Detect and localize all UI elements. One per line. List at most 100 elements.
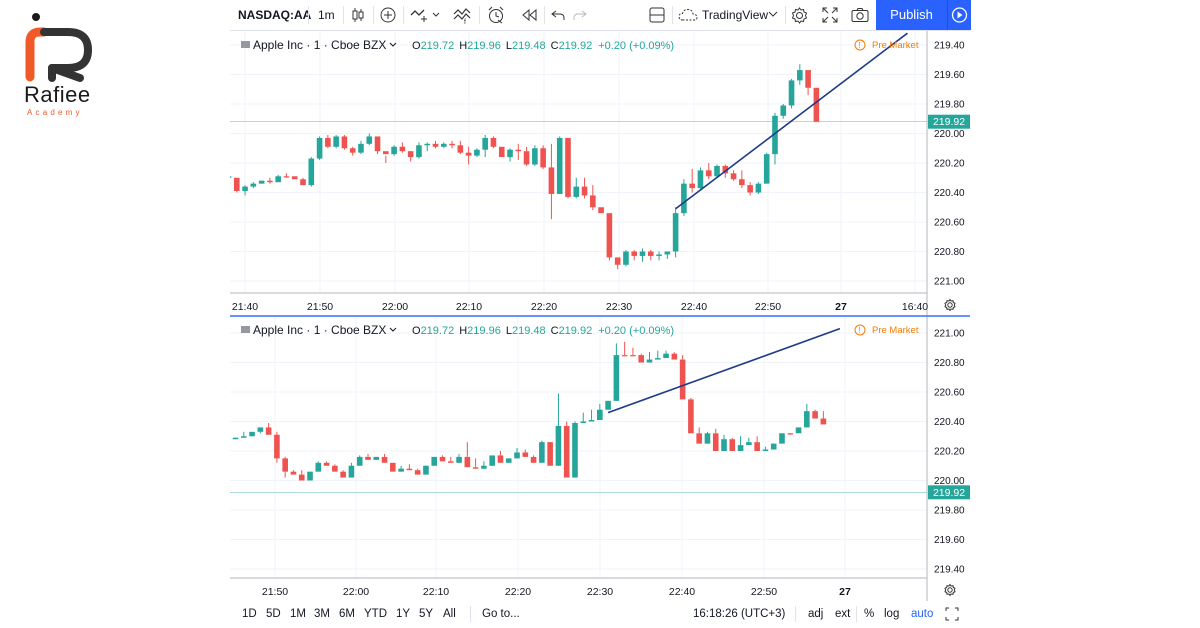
candle[interactable] [416, 142, 422, 159]
candle[interactable] [630, 347, 636, 357]
goto-button[interactable]: Go to... [482, 601, 520, 628]
candle[interactable] [754, 436, 760, 451]
layout-name[interactable]: TradingView [702, 0, 768, 30]
candle[interactable] [805, 70, 811, 96]
chart-pane-2[interactable]: 219.40219.60219.80220.00220.20220.40220.… [230, 317, 970, 601]
candle[interactable] [474, 148, 480, 158]
candle[interactable] [233, 177, 240, 193]
candle[interactable] [540, 145, 546, 169]
collapse-legend-icon[interactable] [241, 326, 250, 333]
candle[interactable] [746, 437, 752, 446]
candle[interactable] [265, 422, 272, 435]
candle[interactable] [721, 434, 727, 451]
candle[interactable] [423, 465, 429, 475]
candle[interactable] [449, 140, 455, 149]
candle[interactable] [332, 464, 338, 472]
candle[interactable] [573, 177, 580, 199]
candle[interactable] [647, 250, 654, 261]
candle[interactable] [447, 456, 454, 463]
chevron-down-icon[interactable] [389, 327, 397, 332]
candle[interactable] [381, 453, 388, 463]
candle[interactable] [654, 350, 661, 360]
candle[interactable] [358, 140, 364, 155]
toggle-log[interactable]: log [884, 601, 899, 628]
candle[interactable] [730, 170, 737, 181]
candle[interactable] [333, 134, 339, 149]
range-5y[interactable]: 5Y [419, 601, 433, 628]
candle[interactable] [274, 431, 280, 463]
toggle-adj[interactable]: adj [808, 601, 823, 628]
legend-symbol[interactable]: Apple Inc · 1 · Cboe BZX [253, 323, 386, 337]
range-1y[interactable]: 1Y [396, 601, 410, 628]
candle[interactable] [464, 442, 471, 468]
candle[interactable] [590, 185, 596, 211]
candle[interactable] [316, 136, 323, 161]
candle[interactable] [283, 173, 290, 178]
candle[interactable] [729, 437, 736, 451]
candle[interactable] [505, 458, 512, 463]
candle[interactable] [681, 179, 687, 217]
legend-symbol[interactable]: Apple Inc · 1 · Cboe BZX [253, 38, 386, 52]
indicators-icon[interactable]: f [452, 0, 472, 30]
candle[interactable] [250, 182, 257, 189]
candle[interactable] [323, 461, 330, 466]
candle[interactable] [621, 341, 628, 357]
candle[interactable] [267, 177, 273, 184]
toggle-percent[interactable]: % [864, 601, 874, 628]
alert-icon[interactable] [487, 0, 505, 30]
candle[interactable] [497, 451, 504, 463]
candle[interactable] [242, 185, 248, 196]
candle[interactable] [737, 436, 744, 451]
candle[interactable] [349, 146, 356, 156]
candle[interactable] [572, 421, 578, 478]
candle[interactable] [772, 112, 778, 165]
fullscreen-icon[interactable] [945, 607, 959, 621]
candle[interactable] [598, 207, 604, 214]
candle[interactable] [663, 350, 669, 359]
candle[interactable] [631, 250, 638, 261]
candle[interactable] [638, 353, 645, 363]
candle[interactable] [770, 443, 777, 450]
candle[interactable] [812, 409, 818, 419]
candle[interactable] [747, 182, 753, 196]
candle[interactable] [530, 455, 537, 463]
candle[interactable] [672, 207, 679, 258]
candle[interactable] [613, 343, 620, 401]
candle[interactable] [712, 428, 719, 451]
candle[interactable] [465, 146, 472, 165]
candle[interactable] [780, 104, 787, 119]
gear-icon[interactable] [791, 0, 808, 30]
candle[interactable] [623, 250, 629, 267]
candle[interactable] [614, 257, 621, 270]
candle[interactable] [282, 456, 288, 478]
candle[interactable] [563, 421, 570, 478]
candle[interactable] [697, 167, 704, 190]
candle[interactable] [705, 163, 712, 180]
layout-icon[interactable] [649, 0, 665, 30]
candle[interactable] [547, 442, 553, 466]
candle[interactable] [656, 251, 662, 261]
candle[interactable] [523, 146, 530, 166]
candle[interactable] [291, 176, 298, 180]
candle[interactable] [696, 427, 702, 444]
range-1d[interactable]: 1D [242, 601, 257, 628]
interval-button[interactable]: 1m [318, 0, 335, 30]
range-6m[interactable]: 6M [339, 601, 355, 628]
candle[interactable] [308, 157, 315, 187]
candle[interactable] [820, 411, 827, 425]
candle[interactable] [374, 136, 381, 155]
candle[interactable] [704, 431, 711, 444]
candle[interactable] [498, 146, 505, 158]
candle[interactable] [605, 400, 611, 410]
candle[interactable] [489, 455, 495, 466]
trendline[interactable] [675, 32, 908, 210]
candle[interactable] [795, 427, 802, 434]
chevron-down-icon[interactable] [768, 0, 778, 30]
candle[interactable] [514, 448, 520, 459]
candle[interactable] [340, 470, 346, 478]
candle[interactable] [679, 355, 686, 400]
candles-icon[interactable] [351, 0, 365, 30]
candle[interactable] [763, 152, 770, 184]
candle[interactable] [399, 142, 406, 153]
candle[interactable] [597, 403, 603, 421]
